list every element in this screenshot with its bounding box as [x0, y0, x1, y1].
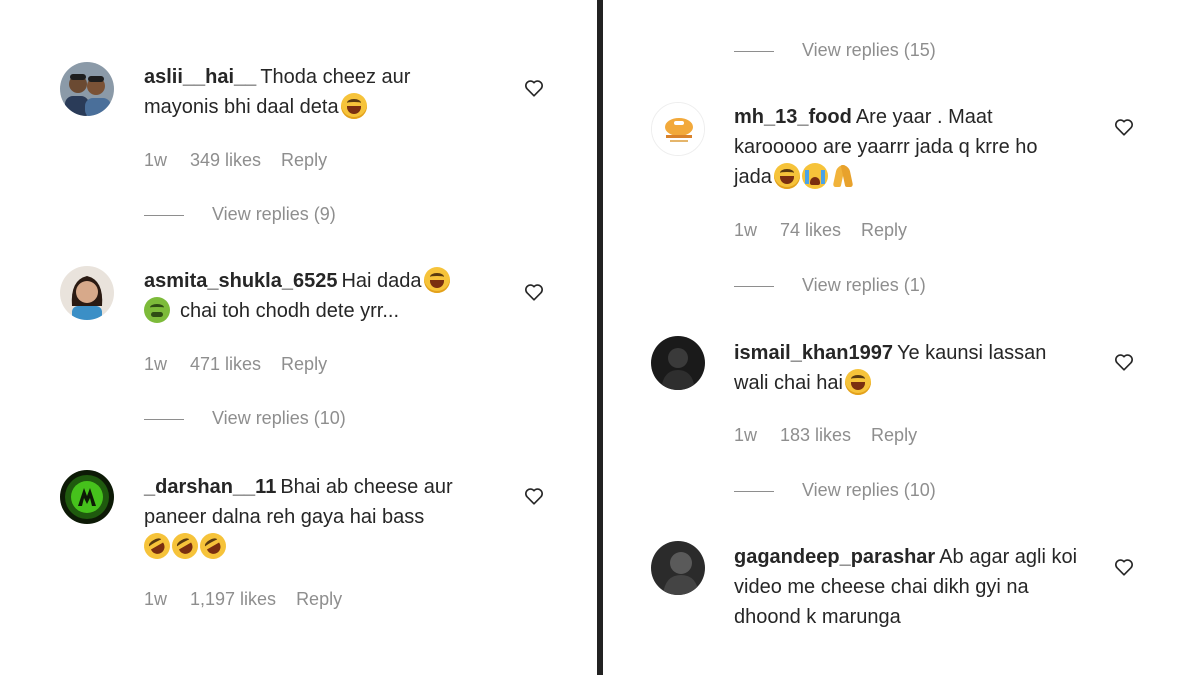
comment-time: 1w [734, 220, 758, 240]
comment-likes[interactable]: 183 likes [780, 423, 851, 447]
view-replies-button[interactable]: View replies (1) [734, 273, 926, 297]
sob-emoji-icon [801, 163, 828, 189]
replies-line [734, 490, 774, 492]
view-replies-button[interactable]: View replies (9) [144, 202, 336, 226]
rofl-emoji-icon [167, 528, 203, 564]
view-replies-label: View replies (10) [212, 408, 346, 428]
like-heart-icon[interactable] [523, 77, 545, 99]
dark-photo-icon [651, 541, 705, 595]
comment-time: 1w [144, 354, 168, 374]
like-heart-icon[interactable] [523, 281, 545, 303]
avatar[interactable] [651, 336, 705, 390]
comment-time: 1w [734, 425, 758, 445]
comment-body: ismail_khan1997 Ye kaunsi lassan wali cha… [734, 338, 1079, 398]
reply-button[interactable]: Reply [296, 587, 342, 611]
replies-line [144, 214, 184, 216]
comment-username[interactable]: ismail_khan1997 [734, 342, 893, 364]
comment-meta: 1w 349 likes Reply [144, 148, 327, 172]
view-replies-label: View replies (9) [212, 204, 336, 224]
view-replies-label: View replies (10) [802, 480, 936, 500]
food-logo-icon [652, 103, 704, 155]
joy-emoji-icon [844, 369, 871, 395]
comment-meta: 1w 471 likes Reply [144, 352, 327, 376]
avatar[interactable] [651, 541, 705, 595]
joy-emoji-icon [423, 267, 450, 293]
replies-line [144, 418, 184, 420]
view-replies-button[interactable]: View replies (15) [734, 38, 936, 62]
comment-username[interactable]: aslii__hai__ [144, 66, 256, 88]
comment-username[interactable]: mh_13_food [734, 106, 852, 128]
green-logo-icon [60, 470, 114, 524]
comment-username[interactable]: _darshan__11 [144, 476, 276, 498]
replies-line [734, 50, 774, 52]
avatar[interactable] [60, 266, 114, 320]
comment-username[interactable]: gagandeep_parashar [734, 546, 935, 568]
comment-body: _darshan__11 Bhai ab cheese aur paneer da… [139, 472, 489, 564]
nauseated-emoji-icon [144, 297, 170, 323]
dark-photo-icon [651, 336, 705, 390]
avatar[interactable] [651, 102, 705, 156]
replies-line [734, 285, 774, 287]
comment-likes[interactable]: 1,197 likes [190, 587, 276, 611]
comment-meta: 1w 183 likes Reply [734, 423, 917, 447]
avatar[interactable] [60, 62, 114, 116]
comment-body: gagandeep_parashar Ab agar agli koi video… [734, 542, 1079, 632]
view-replies-button[interactable]: View replies (10) [144, 406, 346, 430]
pray-emoji-icon [830, 163, 856, 189]
reply-button[interactable]: Reply [281, 148, 327, 172]
like-heart-icon[interactable] [1113, 116, 1135, 138]
view-replies-button[interactable]: View replies (10) [734, 478, 936, 502]
comment-time: 1w [144, 589, 168, 609]
comment-text-line2: chai toh chodh dete yrr... [180, 300, 400, 322]
view-replies-label: View replies (15) [802, 40, 936, 60]
left-comments-panel: aslii__hai__ Thoda cheez aur mayonis bhi … [0, 0, 597, 675]
like-heart-icon[interactable] [523, 485, 545, 507]
joy-emoji-icon [773, 163, 800, 189]
reply-button[interactable]: Reply [871, 423, 917, 447]
right-comments-panel: View replies (15) mh_13_food Are yaar . M… [603, 0, 1200, 675]
two-people-photo-icon [60, 62, 114, 116]
like-heart-icon[interactable] [1113, 556, 1135, 578]
rofl-emoji-icon [195, 528, 231, 564]
comment-time: 1w [144, 150, 168, 170]
comment-body: mh_13_food Are yaar . Maat karooooo are y… [734, 102, 1079, 192]
reply-button[interactable]: Reply [281, 352, 327, 376]
like-heart-icon[interactable] [1113, 351, 1135, 373]
girl-photo-icon [60, 266, 114, 320]
rofl-emoji-icon [139, 528, 175, 564]
comment-likes[interactable]: 74 likes [780, 218, 841, 242]
view-replies-label: View replies (1) [802, 275, 926, 295]
comment-likes[interactable]: 349 likes [190, 148, 261, 172]
comment-meta: 1w 74 likes Reply [734, 218, 907, 242]
avatar[interactable] [60, 470, 114, 524]
comment-body: aslii__hai__ Thoda cheez aur mayonis bhi … [144, 62, 489, 122]
comment-body: asmita_shukla_6525 Hai dada chai toh chod… [144, 266, 489, 326]
comment-text: Hai dada [341, 270, 422, 292]
reply-button[interactable]: Reply [861, 218, 907, 242]
comment-username[interactable]: asmita_shukla_6525 [144, 270, 337, 292]
joy-emoji-icon [340, 93, 367, 119]
comment-likes[interactable]: 471 likes [190, 352, 261, 376]
comment-meta: 1w 1,197 likes Reply [144, 587, 342, 611]
